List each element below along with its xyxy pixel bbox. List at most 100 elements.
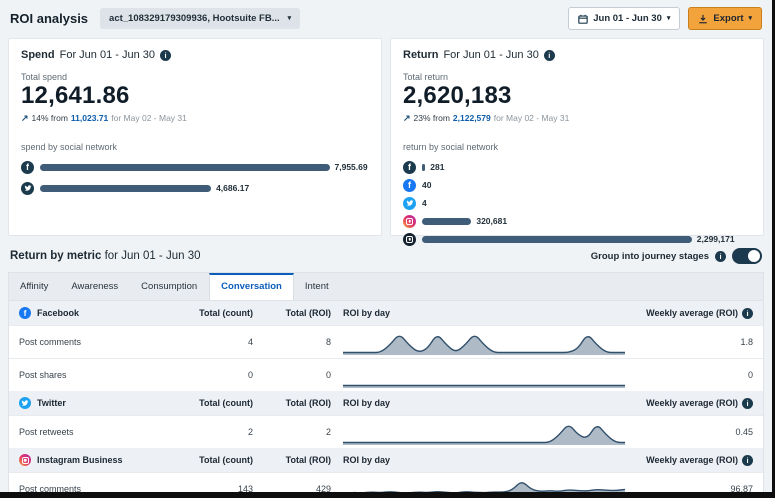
- journey-stages-toggle[interactable]: [732, 248, 762, 264]
- twitter-spend-bar: [40, 185, 211, 192]
- tab-awareness[interactable]: Awareness: [60, 273, 130, 300]
- metric-name: Post comments: [19, 337, 179, 347]
- twitter-spend-value: 4,686.17: [216, 183, 249, 193]
- return-value: 320,681: [476, 216, 507, 226]
- delta-text: 14% from: [32, 113, 68, 123]
- spend-period: For Jun 01 - Jun 30: [60, 49, 155, 61]
- spend-panel: Spend For Jun 01 - Jun 30 i Total spend …: [8, 38, 382, 236]
- col-roi-by-day: ROI by day: [335, 455, 635, 465]
- info-icon[interactable]: i: [742, 308, 753, 319]
- facebook-dark-icon: f: [403, 161, 416, 174]
- section-network-name: Facebook: [37, 308, 79, 318]
- chevron-down-icon: ▾: [748, 15, 752, 22]
- metric-weekly-average: 0: [635, 370, 753, 380]
- roi-sparkline: [343, 329, 625, 355]
- table-section-header-twitter: Twitter Total (count) Total (ROI) ROI by…: [9, 391, 763, 415]
- instagram-icon: [19, 454, 31, 466]
- total-spend-label: Total spend: [21, 72, 369, 82]
- tab-conversation[interactable]: Conversation: [209, 273, 294, 300]
- return-by-metric-title: Return by metric: [10, 250, 101, 262]
- info-icon[interactable]: i: [742, 455, 753, 466]
- metric-roi: 0: [257, 370, 335, 380]
- chevron-down-icon: ▾: [667, 15, 671, 22]
- metric-roi: 2: [257, 427, 335, 437]
- metric-roi: 8: [257, 337, 335, 347]
- twitter-icon: [19, 397, 31, 409]
- account-selector-label: act_108329179309936, Hootsuite FB...: [109, 13, 280, 24]
- col-weekly-average: Weekly average (ROI): [646, 455, 738, 465]
- col-weekly-average: Weekly average (ROI): [646, 398, 738, 408]
- facebook-icon: f: [403, 179, 416, 192]
- table-section-header-facebook: f Facebook Total (count) Total (ROI) ROI…: [9, 301, 763, 325]
- total-spend-value: 12,641.86: [21, 82, 369, 110]
- roi-sparkline: [343, 362, 625, 388]
- spend-delta: ↗ 14% from 11,023.71 for May 02 - May 31: [21, 113, 369, 124]
- roi-analysis-screen: ROI analysis act_108329179309936, Hootsu…: [0, 0, 775, 498]
- col-total-count: Total (count): [179, 308, 257, 318]
- window-bottom-edge: [0, 492, 772, 498]
- page-title: ROI analysis: [10, 11, 88, 26]
- info-icon[interactable]: i: [160, 50, 171, 61]
- trend-up-icon: ↗: [21, 113, 29, 124]
- table-row-post-shares-facebook: Post shares 0 0 0: [9, 358, 763, 391]
- date-range-label: Jun 01 - Jun 30: [593, 13, 662, 24]
- return-bar: [422, 236, 692, 243]
- return-bar-row-twitter: 4: [403, 197, 751, 210]
- delta-period: for May 02 - May 31: [111, 113, 187, 123]
- tab-consumption[interactable]: Consumption: [130, 273, 209, 300]
- return-by-metric-section: Return by metric for Jun 01 - Jun 30 Gro…: [8, 244, 764, 498]
- col-roi-by-day: ROI by day: [335, 308, 635, 318]
- metric-name: Post shares: [19, 370, 179, 380]
- delta-text: 23% from: [414, 113, 450, 123]
- metric-count: 0: [179, 370, 257, 380]
- calendar-icon: [578, 14, 588, 24]
- col-total-roi: Total (ROI): [257, 308, 335, 318]
- export-button[interactable]: Export ▾: [688, 7, 762, 30]
- section-network-name: Twitter: [37, 398, 66, 408]
- col-total-count: Total (count): [179, 398, 257, 408]
- instagram-icon: [403, 215, 416, 228]
- total-return-value: 2,620,183: [403, 82, 751, 110]
- spend-breakdown-label: spend by social network: [21, 142, 369, 152]
- table-row-post-comments-facebook: Post comments 4 8 1.8: [9, 325, 763, 358]
- metric-tabs: Affinity Awareness Consumption Conversat…: [8, 272, 764, 300]
- export-label: Export: [713, 13, 743, 24]
- metric-count: 4: [179, 337, 257, 347]
- facebook-spend-bar: [40, 164, 330, 171]
- info-icon[interactable]: i: [742, 398, 753, 409]
- return-panel: Return For Jun 01 - Jun 30 i Total retur…: [390, 38, 764, 236]
- metric-weekly-average: 1.8: [635, 337, 753, 347]
- top-bar: ROI analysis act_108329179309936, Hootsu…: [0, 0, 772, 36]
- return-delta: ↗ 23% from 2,122,579 for May 02 - May 31: [403, 113, 751, 124]
- info-icon[interactable]: i: [715, 251, 726, 262]
- previous-value-link[interactable]: 2,122,579: [453, 113, 491, 123]
- table-section-header-instagram-business: Instagram Business Total (count) Total (…: [9, 448, 763, 472]
- trend-up-icon: ↗: [403, 113, 411, 124]
- return-value: 4: [422, 198, 427, 208]
- spend-title: Spend: [21, 49, 55, 61]
- facebook-icon: f: [21, 161, 34, 174]
- col-total-roi: Total (ROI): [257, 398, 335, 408]
- return-bar: [422, 218, 471, 225]
- metric-count: 2: [179, 427, 257, 437]
- kpi-panels: Spend For Jun 01 - Jun 30 i Total spend …: [0, 36, 772, 236]
- account-selector-dropdown[interactable]: act_108329179309936, Hootsuite FB... ▾: [100, 8, 300, 29]
- col-roi-by-day: ROI by day: [335, 398, 635, 408]
- download-icon: [698, 14, 708, 24]
- return-period: For Jun 01 - Jun 30: [443, 49, 538, 61]
- table-row-post-retweets-twitter: Post retweets 2 2 0.45: [9, 415, 763, 448]
- return-bar-row-facebook: f 40: [403, 179, 751, 192]
- date-range-picker[interactable]: Jun 01 - Jun 30 ▾: [568, 7, 680, 30]
- spend-bar-row-facebook: f 7,955.69: [21, 161, 369, 174]
- previous-value-link[interactable]: 11,023.71: [71, 113, 108, 123]
- return-bar-row-instagram-dark: 2,299,171: [403, 233, 751, 246]
- return-value: 281: [430, 162, 444, 172]
- tab-affinity[interactable]: Affinity: [9, 273, 60, 300]
- info-icon[interactable]: i: [544, 50, 555, 61]
- journey-stages-label: Group into journey stages: [591, 251, 709, 262]
- twitter-icon: [21, 182, 34, 195]
- metric-table: f Facebook Total (count) Total (ROI) ROI…: [8, 300, 764, 498]
- return-breakdown-label: return by social network: [403, 142, 751, 152]
- spend-bar-row-twitter: 4,686.17: [21, 182, 369, 195]
- tab-intent[interactable]: Intent: [294, 273, 341, 300]
